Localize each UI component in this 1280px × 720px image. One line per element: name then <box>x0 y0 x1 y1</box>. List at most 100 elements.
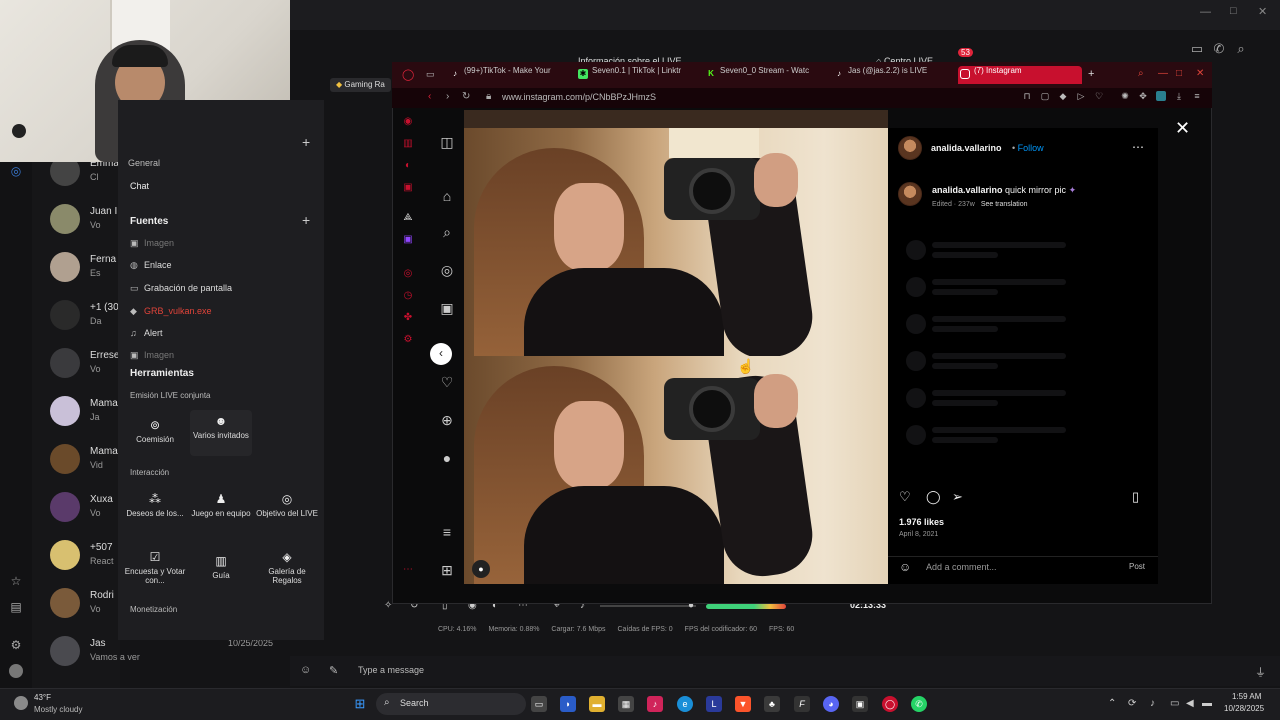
emoji-icon[interactable]: ☺ <box>899 560 911 574</box>
create-icon[interactable]: ⊕ <box>439 412 455 428</box>
coemission-button[interactable]: ⊚ Coemisión <box>124 418 186 462</box>
tab-linktree[interactable]: ✱ Seven0.1 | TikTok | Linktr <box>576 66 694 84</box>
url-field[interactable]: www.instagram.com/p/CNbBPzJHmzS <box>502 92 656 102</box>
source-item[interactable]: ◆ GRB_vulkan.exe <box>130 306 212 317</box>
volume-slider[interactable] <box>600 605 696 607</box>
back-icon[interactable]: ‹ <box>428 91 431 102</box>
more-sidebar-icon[interactable]: ⋯ <box>402 564 414 576</box>
follow-button[interactable]: • Follow <box>1012 143 1044 153</box>
notifications-icon[interactable]: ♡ <box>439 374 455 390</box>
search-tabs-icon[interactable]: ⌕ <box>1138 68 1144 79</box>
volume-icon[interactable]: ◀︎ <box>1186 698 1194 709</box>
source-item[interactable]: ▣ Imagen <box>130 238 174 249</box>
gift-gallery-button[interactable]: ◈ Galería de Regalos <box>256 550 318 594</box>
star-icon[interactable]: ☆ <box>9 574 23 588</box>
typeface-icon[interactable]: F <box>794 696 810 712</box>
profile-nav-icon[interactable]: ● <box>439 450 455 466</box>
clock-time[interactable]: 1:59 AM <box>1232 692 1261 701</box>
phone-icon[interactable]: ✆ <box>1208 41 1230 57</box>
previous-post-button[interactable]: ‹ <box>430 343 452 365</box>
tab-kick[interactable]: K Seven0_0 Stream - Watc <box>704 66 822 84</box>
team-game-button[interactable]: ♟ Juego en equipo <box>190 492 252 536</box>
add-icon[interactable]: + <box>302 134 310 150</box>
tab-switch-icon[interactable]: ▭ <box>426 69 435 80</box>
source-item[interactable]: ◍ Enlace <box>130 260 172 271</box>
edge-icon[interactable]: e <box>677 696 693 712</box>
app-l-icon[interactable]: L <box>706 696 722 712</box>
extensions-icon[interactable]: ✤ <box>402 312 414 324</box>
source-item[interactable]: ▣ Imagen <box>130 350 174 361</box>
more-options-icon[interactable]: ⋯ <box>1132 140 1144 154</box>
discord-icon[interactable]: ◕ <box>823 696 839 712</box>
search-nav-icon[interactable]: ⌕ <box>439 224 455 240</box>
multi-guest-button[interactable]: ☻ Varios invitados <box>190 410 252 456</box>
gaming-tab[interactable]: ◆ Gaming Ra <box>330 78 391 92</box>
guide-button[interactable]: ▥ Guía <box>190 554 252 598</box>
maximize-browser-icon[interactable]: □ <box>1176 68 1182 79</box>
new-tab-icon[interactable]: + <box>1088 68 1094 80</box>
messenger-icon[interactable]: ◐ <box>402 160 414 172</box>
history-icon[interactable]: ◷ <box>402 290 414 302</box>
tray-overflow-icon[interactable]: ⌃ <box>1108 698 1116 709</box>
emoji-picker-icon[interactable]: ☺ <box>300 664 311 676</box>
caption-avatar[interactable] <box>898 182 922 206</box>
heart-icon[interactable]: ♡ <box>1094 91 1104 101</box>
twitch-icon[interactable]: ▣ <box>402 234 414 246</box>
home-nav-icon[interactable]: ⌂ <box>439 188 455 204</box>
tab-tiktok-live[interactable]: ♪ Jas (@jas.2.2) is LIVE <box>832 66 946 84</box>
download-icon[interactable]: ⤓ <box>1174 91 1184 101</box>
source-item[interactable]: ♫ Alert <box>130 328 163 338</box>
app-grid-icon[interactable]: ▣ <box>852 696 868 712</box>
forward-icon[interactable]: › <box>446 91 449 102</box>
more-menu-icon[interactable]: ≡ <box>439 524 455 540</box>
menu-icon[interactable]: ≡ <box>1192 91 1202 101</box>
whatsapp-icon[interactable]: ✆ <box>911 696 927 712</box>
adblock-icon[interactable]: ✺ <box>1120 91 1130 101</box>
avatar[interactable] <box>898 136 922 160</box>
extension-icon[interactable]: ⊓ <box>1022 91 1032 101</box>
sync-icon[interactable]: ⟳ <box>1128 698 1136 709</box>
task-view-icon[interactable]: ▭ <box>531 696 547 712</box>
weather-temp[interactable]: 43°F <box>34 693 51 702</box>
instagram-logo-icon[interactable]: ◫ <box>439 134 455 150</box>
post-photo[interactable]: ● <box>464 128 888 584</box>
comment-icon[interactable]: ◯ <box>926 489 941 505</box>
profile-icon[interactable] <box>1156 91 1166 101</box>
music-icon[interactable]: ▣ <box>402 182 414 194</box>
source-item[interactable]: ▭ Grabación de pantalla <box>130 283 232 294</box>
copilot-icon[interactable]: ◗ <box>560 696 576 712</box>
search-icon[interactable]: ⌕ <box>1230 41 1252 57</box>
video-call-icon[interactable]: ▭ <box>1186 41 1208 57</box>
opera-logo-icon[interactable]: ◯ <box>402 68 414 81</box>
live-goal-button[interactable]: ◎ Objetivo del LIVE <box>256 492 318 536</box>
bag-icon[interactable]: ▥ <box>402 138 414 150</box>
windows-start-icon[interactable]: ⊞ <box>352 696 368 712</box>
play-icon[interactable]: ▷ <box>1076 91 1086 101</box>
minimize-icon[interactable]: — <box>1200 6 1211 18</box>
reels-icon[interactable]: ▣ <box>439 300 455 316</box>
like-icon[interactable]: ♡ <box>899 489 911 505</box>
profile-avatar[interactable] <box>9 664 23 678</box>
voice-message-icon[interactable]: ⏚ <box>1255 664 1266 680</box>
share-icon[interactable]: ➢ <box>952 489 963 505</box>
aria-icon[interactable]: ◉ <box>402 116 414 128</box>
see-translation-link[interactable]: See translation <box>981 201 1028 208</box>
file-explorer-icon[interactable]: ▬ <box>589 696 605 712</box>
apps-icon[interactable]: ⊞ <box>439 562 455 578</box>
minimize-browser-icon[interactable]: — <box>1158 68 1168 79</box>
tagged-user-icon[interactable]: ● <box>472 560 490 578</box>
store-icon[interactable]: ▦ <box>618 696 634 712</box>
comment-input[interactable]: Add a comment... <box>926 562 997 572</box>
chat-tab[interactable]: Chat <box>130 181 149 191</box>
app-icon[interactable]: ♣ <box>764 696 780 712</box>
mic-tray-icon[interactable]: ♪ <box>1150 698 1155 709</box>
clock-date[interactable]: 10/28/2025 <box>1224 704 1264 713</box>
sidebar-settings-icon[interactable]: ⚙ <box>402 334 414 346</box>
taskbar-search[interactable] <box>376 693 526 715</box>
caption-username[interactable]: analida.vallarino <box>932 185 1003 195</box>
save-icon[interactable]: ▯ <box>1132 489 1139 505</box>
player-icon[interactable]: ◎ <box>402 268 414 280</box>
add-source-icon[interactable]: + <box>302 212 310 228</box>
post-comment-button[interactable]: Post <box>1129 562 1145 571</box>
likes-count[interactable]: 1.976 likes <box>899 517 944 527</box>
